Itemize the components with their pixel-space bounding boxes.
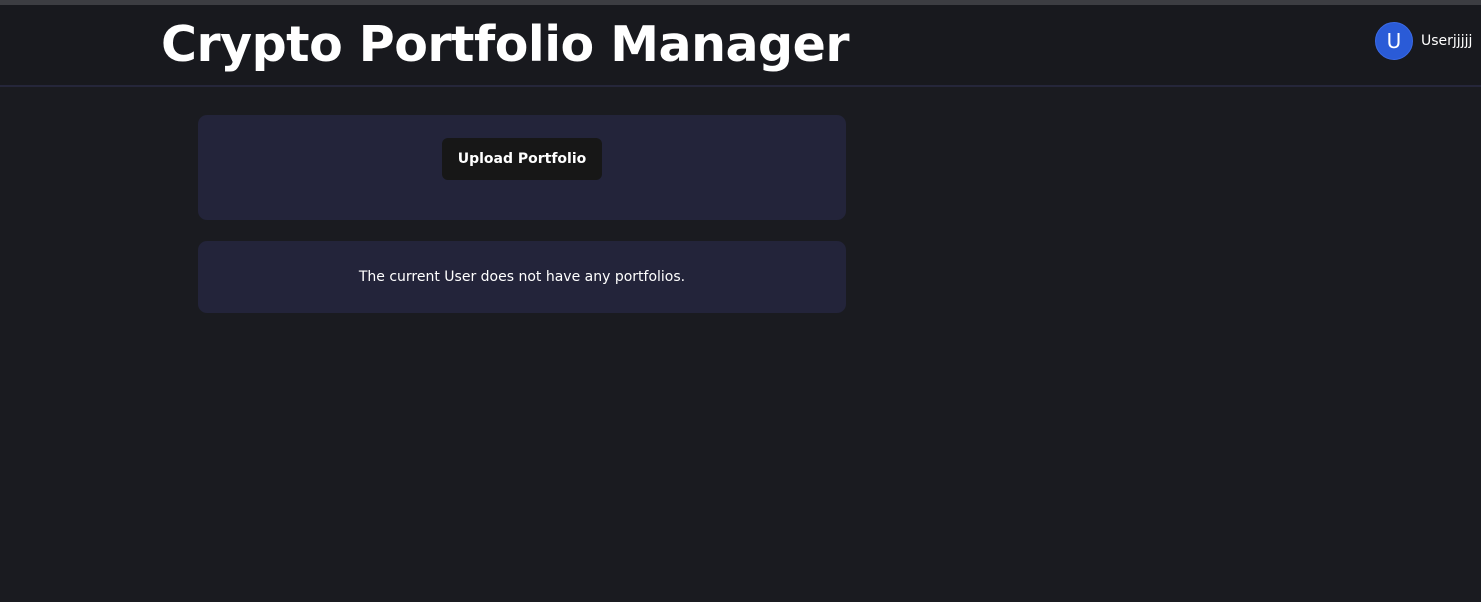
upload-portfolio-button[interactable]: Upload Portfolio (442, 138, 602, 180)
app-header: Crypto Portfolio Manager U Userjjjjj (0, 5, 1481, 87)
empty-state-message: The current User does not have any portf… (358, 269, 686, 285)
portfolios-card: The current User does not have any portf… (198, 241, 846, 313)
page-title: Crypto Portfolio Manager (161, 16, 850, 73)
upload-card: Upload Portfolio (198, 115, 846, 220)
avatar[interactable]: U (1375, 22, 1413, 60)
user-menu[interactable]: U Userjjjjj (1375, 21, 1472, 61)
username-label: Userjjjjj (1421, 33, 1473, 49)
